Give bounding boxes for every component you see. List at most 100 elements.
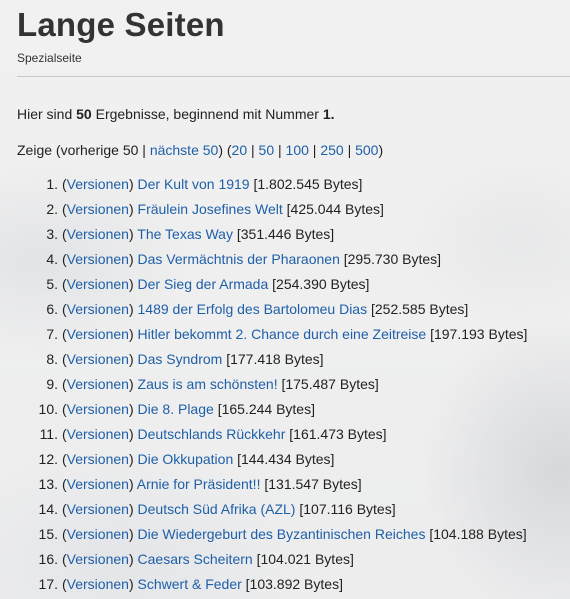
- item-number: 7.: [46, 326, 58, 342]
- nav-separator: |: [308, 142, 321, 158]
- article-link[interactable]: Schwert & Feder: [138, 576, 242, 592]
- page-size: [175.487 Bytes]: [281, 376, 379, 392]
- article-link[interactable]: Arnie for Präsident!!: [137, 476, 261, 492]
- versions-link[interactable]: Versionen: [67, 176, 129, 192]
- item-number: 5.: [46, 276, 58, 292]
- list-item: 16. (Versionen) Caesars Scheitern [104.02…: [17, 547, 527, 572]
- article-link[interactable]: Fräulein Josefines Welt: [138, 201, 283, 217]
- list-item: 7. (Versionen) Hitler bekommt 2. Chance d…: [17, 322, 527, 347]
- versions-link[interactable]: Versionen: [67, 226, 129, 242]
- article-link[interactable]: Der Kult von 1919: [138, 176, 250, 192]
- versions-link[interactable]: Versionen: [67, 476, 129, 492]
- paren-close: ): [128, 401, 138, 417]
- paren-close: ): [128, 501, 138, 517]
- article-link[interactable]: Deutsch Süd Afrika (AZL): [138, 501, 296, 517]
- article-link[interactable]: The Texas Way: [137, 226, 233, 242]
- versions-link[interactable]: Versionen: [67, 451, 129, 467]
- page-size: [131.547 Bytes]: [264, 476, 362, 492]
- versions-link[interactable]: Versionen: [67, 326, 129, 342]
- list-item: 15. (Versionen) Die Wiedergeburt des Byza…: [17, 522, 527, 547]
- nav-mid-text: ) (: [218, 142, 232, 158]
- limit-20-link[interactable]: 20: [232, 142, 248, 158]
- summary-suffix: .: [330, 106, 335, 122]
- list-item: 4. (Versionen) Das Vermächtnis der Pharao…: [17, 247, 527, 272]
- item-number: 1.: [46, 176, 58, 192]
- item-number: 10.: [38, 401, 58, 417]
- versions-link[interactable]: Versionen: [67, 526, 129, 542]
- versions-link[interactable]: Versionen: [67, 426, 129, 442]
- list-item: 3. (Versionen) The Texas Way [351.446 Byt…: [17, 222, 527, 247]
- article-link[interactable]: Das Syndrom: [138, 351, 223, 367]
- article-link[interactable]: Die Okkupation: [138, 451, 234, 467]
- page-size: [425.044 Bytes]: [286, 201, 384, 217]
- article-link[interactable]: 1489 der Erfolg des Bartolomeu Dias: [138, 301, 368, 317]
- item-number: 12.: [38, 451, 58, 467]
- paren-close: ): [128, 326, 138, 342]
- article-link[interactable]: Die 8. Plage: [138, 401, 214, 417]
- paren-close: ): [128, 576, 138, 592]
- limit-250-link[interactable]: 250: [320, 142, 343, 158]
- page-size: [161.473 Bytes]: [289, 426, 387, 442]
- next-50-link[interactable]: nächste 50: [150, 142, 219, 158]
- limit-100-link[interactable]: 100: [286, 142, 309, 158]
- pagination-nav: Zeige (vorherige 50 | nächste 50) (20 | …: [17, 142, 383, 158]
- article-link[interactable]: Die Wiedergeburt des Byzantinischen Reic…: [138, 526, 426, 542]
- article-link[interactable]: Das Vermächtnis der Pharaonen: [138, 251, 340, 267]
- page-size: [104.188 Bytes]: [429, 526, 527, 542]
- list-item: 5. (Versionen) Der Sieg der Armada [254.3…: [17, 272, 527, 297]
- list-item: 11. (Versionen) Deutschlands Rückkehr [16…: [17, 422, 527, 447]
- paren-close: ): [128, 476, 137, 492]
- paren-close: ): [128, 251, 138, 267]
- paren-close: ): [128, 426, 138, 442]
- versions-link[interactable]: Versionen: [67, 276, 129, 292]
- summary-prefix: Hier sind: [17, 106, 77, 122]
- versions-link[interactable]: Versionen: [67, 201, 129, 217]
- versions-link[interactable]: Versionen: [67, 351, 129, 367]
- versions-link[interactable]: Versionen: [67, 251, 129, 267]
- page-size: [103.892 Bytes]: [245, 576, 343, 592]
- item-number: 15.: [38, 526, 58, 542]
- versions-link[interactable]: Versionen: [67, 301, 129, 317]
- versions-link[interactable]: Versionen: [67, 401, 129, 417]
- paren-close: ): [128, 376, 138, 392]
- list-item: 1. (Versionen) Der Kult von 1919 [1.802.5…: [17, 172, 527, 197]
- results-list: 1. (Versionen) Der Kult von 1919 [1.802.5…: [17, 172, 528, 597]
- page-size: [177.418 Bytes]: [226, 351, 324, 367]
- list-item: 2. (Versionen) Fräulein Josefines Welt [4…: [17, 197, 527, 222]
- versions-link[interactable]: Versionen: [67, 551, 129, 567]
- paren-close: ): [128, 176, 138, 192]
- paren-close: ): [128, 201, 138, 217]
- page-size: [295.730 Bytes]: [343, 251, 442, 267]
- article-link[interactable]: Deutschlands Rückkehr: [138, 426, 286, 442]
- paren-close: ): [128, 451, 138, 467]
- versions-link[interactable]: Versionen: [67, 376, 129, 392]
- summary-count: 50: [76, 106, 92, 122]
- header-divider: [17, 76, 570, 77]
- paren-close: ): [128, 526, 138, 542]
- limit-500-link[interactable]: 500: [355, 142, 378, 158]
- list-item: 9. (Versionen) Zaus is am schönsten! [175…: [17, 372, 527, 397]
- item-number: 6.: [46, 301, 58, 317]
- page-size: [351.446 Bytes]: [236, 226, 335, 242]
- page-size: [107.116 Bytes]: [299, 501, 396, 517]
- paren-close: ): [128, 551, 138, 567]
- versions-link[interactable]: Versionen: [67, 501, 129, 517]
- item-number: 13.: [38, 476, 58, 492]
- list-item: 14. (Versionen) Deutsch Süd Afrika (AZL) …: [17, 497, 527, 522]
- list-item: 8. (Versionen) Das Syndrom [177.418 Bytes…: [17, 347, 527, 372]
- article-link[interactable]: Zaus is am schönsten!: [138, 376, 278, 392]
- page-size: [254.390 Bytes]: [272, 276, 370, 292]
- item-number: 11.: [39, 426, 58, 442]
- list-item: 6. (Versionen) 1489 der Erfolg des Bartol…: [17, 297, 527, 322]
- article-link[interactable]: Caesars Scheitern: [138, 551, 253, 567]
- limit-50-link[interactable]: 50: [259, 142, 275, 158]
- list-item: 13. (Versionen) Arnie for Präsident!! [13…: [17, 472, 527, 497]
- article-link[interactable]: Hitler bekommt 2. Chance durch eine Zeit…: [138, 326, 427, 342]
- versions-link[interactable]: Versionen: [67, 576, 129, 592]
- article-link[interactable]: Der Sieg der Armada: [138, 276, 269, 292]
- nav-separator: |: [343, 142, 356, 158]
- summary-middle: Ergebnisse, beginnend mit Nummer: [91, 106, 323, 122]
- list-item: 10. (Versionen) Die 8. Plage [165.244 Byt…: [17, 397, 527, 422]
- page-title: Lange Seiten: [17, 6, 225, 43]
- results-summary: Hier sind 50 Ergebnisse, beginnend mit N…: [17, 106, 335, 122]
